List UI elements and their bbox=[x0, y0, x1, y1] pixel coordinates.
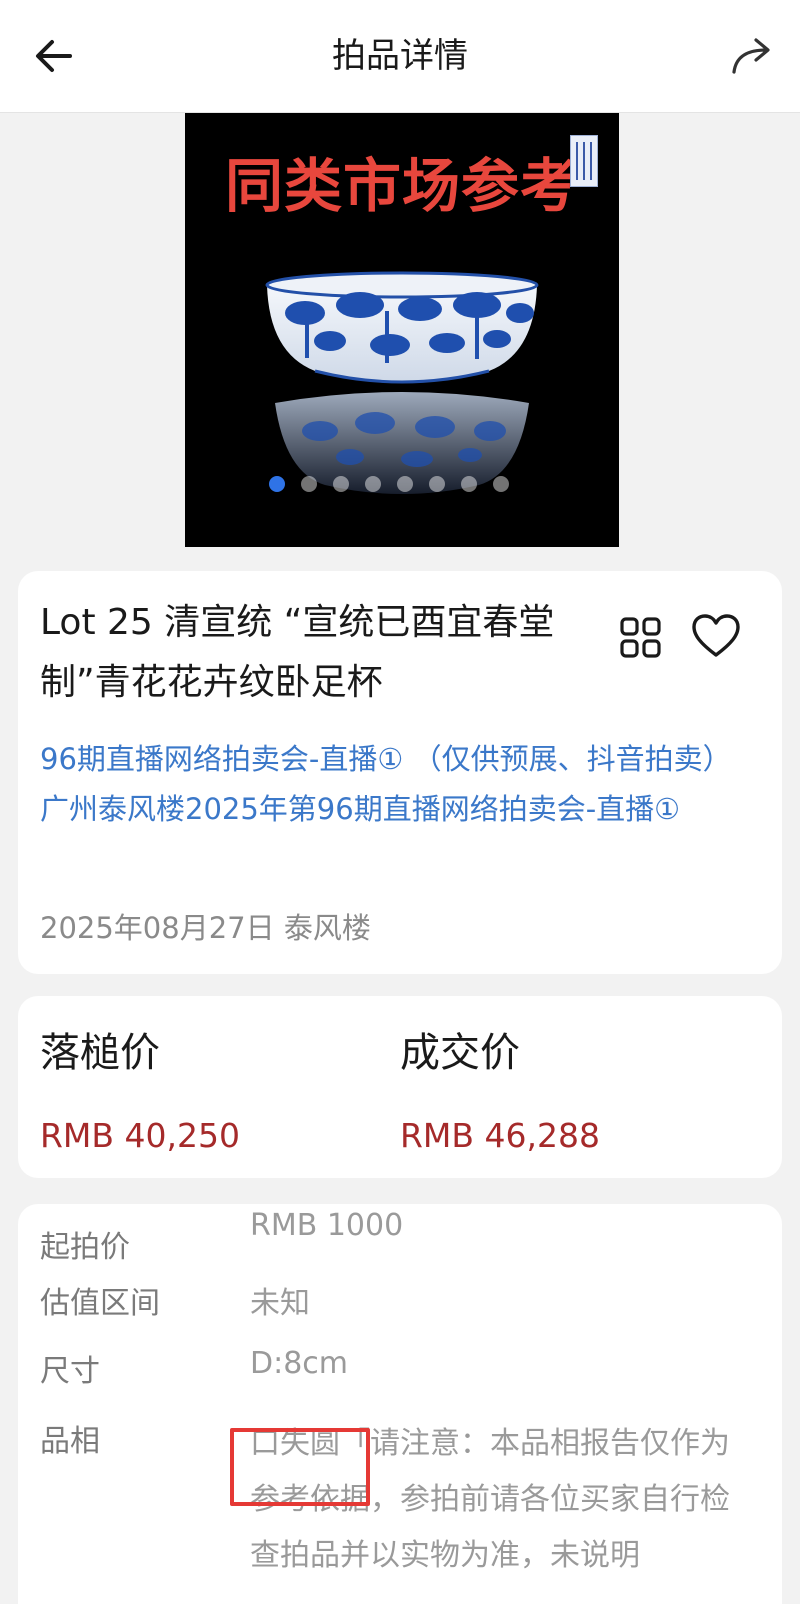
share-button[interactable] bbox=[728, 32, 776, 80]
price-card: 落槌价 RMB 40,250 成交价 RMB 46,288 bbox=[18, 996, 782, 1178]
carousel-dot[interactable] bbox=[429, 476, 445, 492]
lot-title: Lot 25 清宣统 “宣统已酉宜春堂制”青花花卉纹卧足杯 bbox=[40, 602, 555, 703]
start-price-value: RMB 1000 bbox=[250, 1208, 404, 1243]
carousel-dot[interactable] bbox=[269, 476, 285, 492]
page-title: 拍品详情 bbox=[332, 36, 468, 76]
estimate-value: 未知 bbox=[250, 1286, 310, 1321]
start-price-label: 起拍价 bbox=[40, 1230, 130, 1265]
carousel-pagination bbox=[269, 476, 509, 492]
deal-price-value: RMB 46,288 bbox=[400, 1116, 600, 1155]
share-arrow-icon bbox=[732, 38, 770, 74]
carousel-dot[interactable] bbox=[301, 476, 317, 492]
carousel-dot[interactable] bbox=[397, 476, 413, 492]
hammer-price-value: RMB 40,250 bbox=[40, 1116, 240, 1155]
top-bar: 拍品详情 bbox=[0, 0, 800, 113]
grid-icon bbox=[620, 617, 661, 658]
auction-date-house: 2025年08月27日 泰风楼 bbox=[40, 911, 371, 945]
favorite-button[interactable] bbox=[690, 611, 742, 663]
deal-price-label: 成交价 bbox=[400, 1030, 520, 1076]
condition-label: 品相 bbox=[40, 1424, 100, 1459]
estimate-label: 估值区间 bbox=[40, 1286, 160, 1321]
size-label: 尺寸 bbox=[40, 1354, 100, 1389]
hammer-price-label: 落槌价 bbox=[40, 1030, 160, 1076]
lot-image-carousel[interactable]: 同类市场参考 bbox=[185, 113, 619, 547]
lot-details-card: 起拍价 RMB 1000 估值区间 未知 尺寸 D:8cm 品相 口失圆「请注意… bbox=[18, 1204, 782, 1604]
heart-icon bbox=[692, 614, 740, 657]
carousel-dot[interactable] bbox=[333, 476, 349, 492]
grid-button[interactable] bbox=[618, 615, 664, 661]
carousel-dot[interactable] bbox=[493, 476, 509, 492]
carousel-dot[interactable] bbox=[365, 476, 381, 492]
condition-highlight-box bbox=[230, 1428, 370, 1506]
lot-info-card: Lot 25 清宣统 “宣统已酉宜春堂制”青花花卉纹卧足杯 96期直播网络拍卖会… bbox=[18, 571, 782, 974]
auction-session-link[interactable]: 96期直播网络拍卖会-直播① （仅供预展、抖音拍卖）广州泰风楼2025年第96期… bbox=[40, 734, 755, 834]
size-value: D:8cm bbox=[250, 1346, 349, 1381]
carousel-dot[interactable] bbox=[461, 476, 477, 492]
